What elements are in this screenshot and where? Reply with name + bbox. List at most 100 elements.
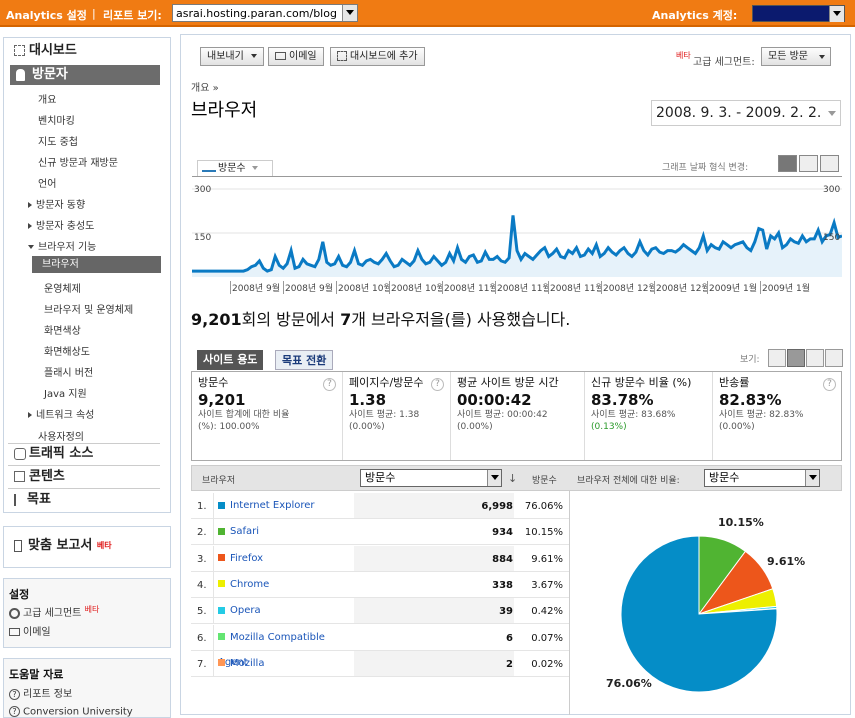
performance-view-icon[interactable] xyxy=(806,349,824,367)
add-to-dashboard-button[interactable]: 대시보드에 추가 xyxy=(330,47,425,66)
metric-sub: (0.00%) xyxy=(719,422,755,432)
sidebar-item-map-overlay[interactable]: 지도 중첩 xyxy=(38,133,78,148)
sort-metric-select[interactable]: 방문수 xyxy=(360,469,502,487)
metric-value: 9,201 xyxy=(198,391,246,409)
sidebar-item-visitor-trending[interactable]: 방문자 동향 xyxy=(28,196,85,211)
x-axis-tick-label: 2008년 12월 xyxy=(601,281,658,294)
sidebar-item-browser-os[interactable]: 브라우저 및 운영체제 xyxy=(44,301,133,316)
table-row: 7. Mozilla 2 0.02% xyxy=(191,650,569,677)
site-select[interactable]: asrai.hosting.paran.com/blog xyxy=(172,4,358,22)
chevron-down-icon xyxy=(819,55,825,59)
account-select[interactable] xyxy=(752,5,845,22)
settings-title: 설정 xyxy=(9,588,30,601)
tab-site-usage[interactable]: 사이트 용도 xyxy=(197,350,264,370)
sidebar-item-user-defined[interactable]: 사용자정의 xyxy=(38,428,84,443)
pie-metric-select[interactable]: 방문수 xyxy=(704,469,820,487)
visits-line-chart xyxy=(192,176,843,296)
email-link[interactable]: 이메일 xyxy=(9,623,51,638)
table-row: 6. Mozilla Compatible Agent 6 0.07% xyxy=(191,624,569,668)
report-view-label: 리포트 보기: xyxy=(103,9,162,22)
sidebar-item-languages[interactable]: 언어 xyxy=(38,175,56,190)
legend-swatch xyxy=(218,606,225,614)
graph-metric-label: 방문수 xyxy=(218,163,246,174)
visitor-loyalty-label: 방문자 충성도 xyxy=(36,221,95,232)
sidebar-item-custom-reports[interactable]: 맞춤 보고서 베타 xyxy=(14,536,112,556)
pie-view-icon[interactable] xyxy=(787,349,805,367)
browser-link[interactable]: Chrome xyxy=(213,571,354,597)
expand-arrow-icon xyxy=(28,202,32,208)
metric-title: 신규 방문수 비율 (%) xyxy=(591,376,692,389)
sidebar-item-content[interactable]: 콘텐츠 xyxy=(14,467,65,487)
email-label: 이메일 xyxy=(23,627,51,638)
about-report-link[interactable]: ? 리포트 정보 xyxy=(9,685,72,700)
metric-sub: 사이트 평균: 00:00:42 xyxy=(457,410,548,420)
segment-select[interactable]: 모든 방문 xyxy=(761,47,831,66)
sidebar-item-java-support[interactable]: Java 지원 xyxy=(44,385,87,400)
metric-sub: (0.00%) xyxy=(457,422,493,432)
metric-title: 방문수 xyxy=(198,376,229,389)
row-pct: 0.02% xyxy=(531,658,563,670)
browser-link[interactable]: Mozilla Compatible Agent xyxy=(213,624,354,668)
email-button[interactable]: 이메일 xyxy=(268,47,324,66)
graph-view-label: 그래프 날짜 형식 변경: xyxy=(662,163,749,173)
advanced-segments-link[interactable]: 고급 세그먼트 베타 xyxy=(9,604,99,619)
sidebar-item-traffic-sources[interactable]: 트래픽 소스 xyxy=(14,444,93,464)
sidebar-item-screen-resolutions[interactable]: 화면해상도 xyxy=(44,343,90,358)
analytics-settings-link[interactable]: Analytics 설정 xyxy=(6,7,87,23)
sort-arrow-icon[interactable]: ↓ xyxy=(508,472,517,485)
help-icon[interactable]: ? xyxy=(323,378,336,391)
graph-day-button[interactable] xyxy=(778,155,797,172)
sidebar-item-visitor-loyalty[interactable]: 방문자 충성도 xyxy=(28,217,94,232)
x-axis-tick-label: 2008년 11월 xyxy=(495,281,552,294)
table-view-icon[interactable] xyxy=(768,349,786,367)
sidebar-item-dashboard[interactable]: 대시보드 xyxy=(14,41,77,61)
browser-link[interactable]: Internet Explorer xyxy=(213,493,354,518)
table-row: 1. Internet Explorer 6,998 76.06% xyxy=(191,493,569,519)
pie-metric-value: 방문수 xyxy=(709,471,740,484)
metric-bounce-rate: 반송률 82.83% 사이트 평균: 82.83% (0.00%) ? xyxy=(713,372,842,460)
browser-link[interactable]: Safari xyxy=(213,519,354,545)
sidebar-item-network-properties[interactable]: 네트워크 속성 xyxy=(28,406,94,421)
sidebar-item-os[interactable]: 운영체제 xyxy=(44,280,81,295)
breadcrumb[interactable]: 개요 » xyxy=(191,79,219,94)
sidebar-item-screen-colors[interactable]: 화면색상 xyxy=(44,322,81,337)
export-button[interactable]: 내보내기 xyxy=(200,47,264,66)
expand-arrow-icon xyxy=(28,223,32,229)
x-axis-tick-label: 2008년 11월 xyxy=(442,281,499,294)
x-axis-tick-label: 2008년 11월 xyxy=(548,281,605,294)
graph-week-button[interactable] xyxy=(799,155,818,172)
dashboard-icon xyxy=(337,51,347,61)
sidebar-item-benchmarking[interactable]: 벤치마킹 xyxy=(38,112,75,127)
browser-link[interactable]: Firefox xyxy=(213,545,354,571)
date-range-picker[interactable]: 2008. 9. 3. - 2009. 2. 2. xyxy=(651,100,841,126)
help-icon[interactable]: ? xyxy=(823,378,836,391)
browser-name: Opera xyxy=(230,605,261,617)
metric-sub: (0.13%) xyxy=(591,422,627,432)
sidebar-item-visitors[interactable]: 방문자 xyxy=(10,65,160,85)
pie-label-safari: 10.15% xyxy=(718,516,764,529)
tab-goal-conversion[interactable]: 목표 전환 xyxy=(275,350,334,370)
col-browser-header[interactable]: 브라우저 xyxy=(202,473,235,486)
sidebar-item-goals[interactable]: 목표 xyxy=(14,490,51,510)
metric-pages-per-visit: 페이지수/방문수 1.38 사이트 평균: 1.38 (0.00%) ? xyxy=(343,372,451,460)
add-dashboard-label: 대시보드에 추가 xyxy=(350,51,418,62)
sidebar-item-flash-versions[interactable]: 플래시 버전 xyxy=(44,364,93,379)
browser-link[interactable]: Mozilla xyxy=(213,650,354,676)
sidebar-item-overview[interactable]: 개요 xyxy=(38,91,56,106)
segment-icon xyxy=(9,607,20,619)
graph-month-button[interactable] xyxy=(820,155,839,172)
graph-metric-tab[interactable]: 방문수 xyxy=(197,160,273,177)
x-axis-tick-label: 2008년 12월 xyxy=(654,281,711,294)
browser-link[interactable]: Opera xyxy=(213,598,354,624)
pie-label-firefox: 9.61% xyxy=(767,555,806,568)
conversion-university-link[interactable]: ? Conversion University xyxy=(9,706,133,718)
sidebar-item-browser-capabilities[interactable]: 브라우저 기능 xyxy=(28,238,96,253)
sidebar-item-new-returning[interactable]: 신규 방문과 재방문 xyxy=(38,154,118,169)
comparison-view-icon[interactable] xyxy=(825,349,843,367)
metric-sub: 사이트 평균: 83.68% xyxy=(591,410,676,420)
visitor-trending-label: 방문자 동향 xyxy=(36,200,86,211)
date-range-value: 2008. 9. 3. - 2009. 2. 2. xyxy=(656,105,822,121)
sidebar-item-browsers[interactable]: 브라우저 xyxy=(32,256,161,273)
help-icon[interactable]: ? xyxy=(431,378,444,391)
metric-value: 1.38 xyxy=(349,391,387,409)
